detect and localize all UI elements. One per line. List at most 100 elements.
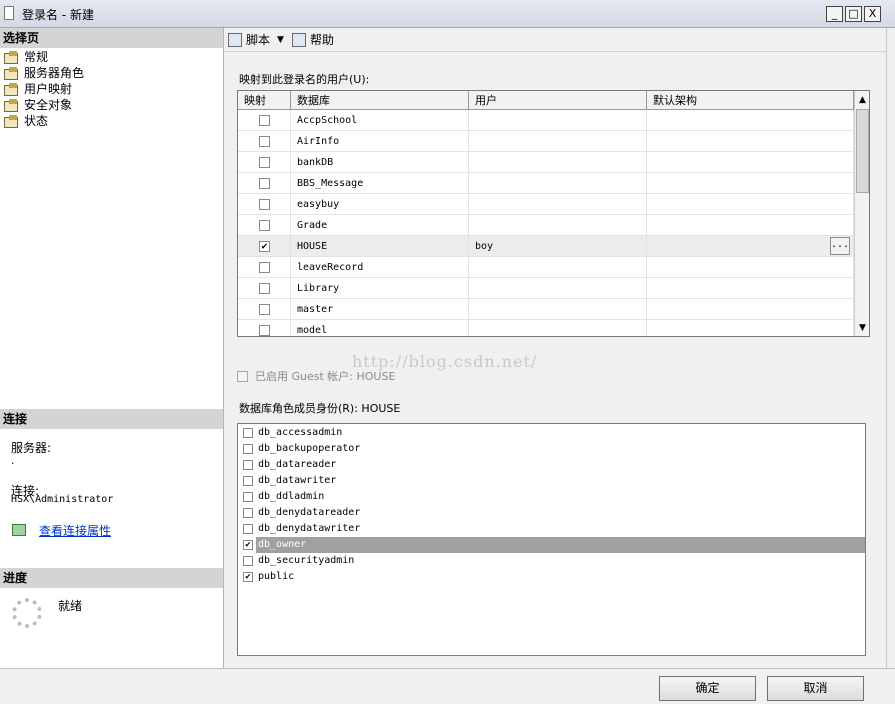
role-name: db_backupoperator (258, 443, 361, 454)
table-row[interactable]: BBS_Message (238, 173, 854, 194)
nav-item-user-mapping[interactable]: 用户映射 (4, 81, 72, 97)
list-item[interactable]: db_datawriter (238, 473, 865, 489)
map-cell (238, 299, 291, 320)
column-header-database[interactable]: 数据库 (291, 91, 469, 110)
table-row[interactable]: AccpSchool (238, 110, 854, 131)
schema-cell[interactable] (647, 278, 854, 299)
map-checkbox[interactable] (259, 115, 270, 126)
role-checkbox[interactable] (243, 444, 253, 454)
close-button[interactable]: X (864, 6, 881, 22)
column-header-default-schema[interactable]: 默认架构 (647, 91, 854, 110)
page-icon (4, 51, 18, 64)
table-row[interactable]: leaveRecord (238, 257, 854, 278)
table-row[interactable]: Grade (238, 215, 854, 236)
role-name: db_owner (256, 537, 865, 553)
column-header-map[interactable]: 映射 (238, 91, 291, 110)
scroll-down-icon[interactable]: ▼ (855, 320, 869, 336)
user-cell[interactable] (469, 299, 647, 320)
map-checkbox[interactable] (259, 178, 270, 189)
table-row[interactable]: model (238, 320, 854, 336)
user-cell[interactable] (469, 320, 647, 336)
nav-item-label: 常规 (24, 50, 49, 64)
role-checkbox[interactable] (243, 428, 253, 438)
table-row[interactable]: Library (238, 278, 854, 299)
list-item[interactable]: ✔ db_owner (238, 537, 865, 553)
role-checkbox[interactable] (243, 524, 253, 534)
column-header-user[interactable]: 用户 (469, 91, 647, 110)
role-checkbox[interactable] (243, 476, 253, 486)
map-checkbox[interactable] (259, 220, 270, 231)
scroll-up-icon[interactable]: ▲ (855, 92, 869, 108)
schema-cell[interactable] (647, 320, 854, 336)
map-checkbox[interactable] (259, 136, 270, 147)
maximize-button[interactable]: □ (845, 6, 862, 22)
list-item[interactable]: db_backupoperator (238, 441, 865, 457)
list-item[interactable]: db_denydatareader (238, 505, 865, 521)
map-cell (238, 257, 291, 278)
user-cell[interactable]: boy (469, 236, 647, 257)
map-checkbox[interactable] (259, 304, 270, 315)
role-checkbox[interactable] (243, 556, 253, 566)
role-checkbox[interactable]: ✔ (243, 572, 253, 582)
schema-cell[interactable] (647, 194, 854, 215)
list-item[interactable]: db_ddladmin (238, 489, 865, 505)
role-checkbox[interactable]: ✔ (243, 540, 253, 550)
ok-button[interactable]: 确定 (659, 676, 756, 701)
script-button[interactable]: 脚本 ▼ (228, 31, 284, 49)
map-checkbox[interactable] (259, 325, 270, 336)
schema-cell[interactable] (647, 152, 854, 173)
dropdown-arrow-icon[interactable]: ▼ (277, 31, 284, 49)
user-cell[interactable] (469, 215, 647, 236)
minimize-button[interactable]: _ (826, 6, 843, 22)
scroll-thumb[interactable] (856, 109, 869, 193)
browse-schema-button[interactable]: ... (830, 237, 850, 255)
schema-cell[interactable] (647, 236, 854, 257)
server-value: . (11, 454, 15, 467)
role-name: db_ddladmin (258, 491, 325, 502)
map-checkbox[interactable] (259, 157, 270, 168)
list-item[interactable]: db_datareader (238, 457, 865, 473)
user-cell[interactable] (469, 131, 647, 152)
table-row[interactable]: AirInfo (238, 131, 854, 152)
user-cell[interactable] (469, 152, 647, 173)
map-checkbox[interactable] (259, 283, 270, 294)
schema-cell[interactable] (647, 299, 854, 320)
role-checkbox[interactable] (243, 508, 253, 518)
table-row[interactable]: master (238, 299, 854, 320)
schema-cell[interactable] (647, 131, 854, 152)
view-connection-properties-link[interactable]: 查看连接属性 (39, 522, 111, 539)
list-item[interactable]: db_accessadmin (238, 425, 865, 441)
schema-cell[interactable] (647, 257, 854, 278)
map-checkbox[interactable] (259, 199, 270, 210)
list-item[interactable]: ✔ public (238, 569, 865, 585)
grid-scrollbar[interactable]: ▲ ▼ (854, 91, 869, 336)
page-scrollbar[interactable] (886, 28, 895, 668)
table-row[interactable]: bankDB (238, 152, 854, 173)
role-checkbox[interactable] (243, 492, 253, 502)
nav-item-general[interactable]: 常规 (4, 49, 48, 65)
help-button[interactable]: 帮助 (292, 31, 334, 49)
guest-account-checkbox: 已启用 Guest 帐户: HOUSE (237, 368, 395, 384)
table-row[interactable]: easybuy (238, 194, 854, 215)
schema-cell[interactable] (647, 110, 854, 131)
list-item[interactable]: db_denydatawriter (238, 521, 865, 537)
user-cell[interactable] (469, 278, 647, 299)
nav-item-label: 服务器角色 (24, 66, 85, 80)
role-checkbox[interactable] (243, 460, 253, 470)
map-checkbox[interactable]: ✔ (259, 241, 270, 252)
grid-header: 映射 数据库 用户 默认架构 (238, 91, 854, 110)
schema-cell[interactable] (647, 173, 854, 194)
user-cell[interactable] (469, 257, 647, 278)
schema-cell[interactable] (647, 215, 854, 236)
user-cell[interactable] (469, 110, 647, 131)
list-item[interactable]: db_securityadmin (238, 553, 865, 569)
user-cell[interactable] (469, 173, 647, 194)
role-name: db_accessadmin (258, 427, 343, 438)
nav-item-status[interactable]: 状态 (4, 113, 48, 129)
map-checkbox[interactable] (259, 262, 270, 273)
user-cell[interactable] (469, 194, 647, 215)
table-row[interactable]: ✔ HOUSE boy... (238, 236, 854, 257)
nav-item-server-roles[interactable]: 服务器角色 (4, 65, 84, 81)
nav-item-securables[interactable]: 安全对象 (4, 97, 72, 113)
cancel-button[interactable]: 取消 (767, 676, 864, 701)
